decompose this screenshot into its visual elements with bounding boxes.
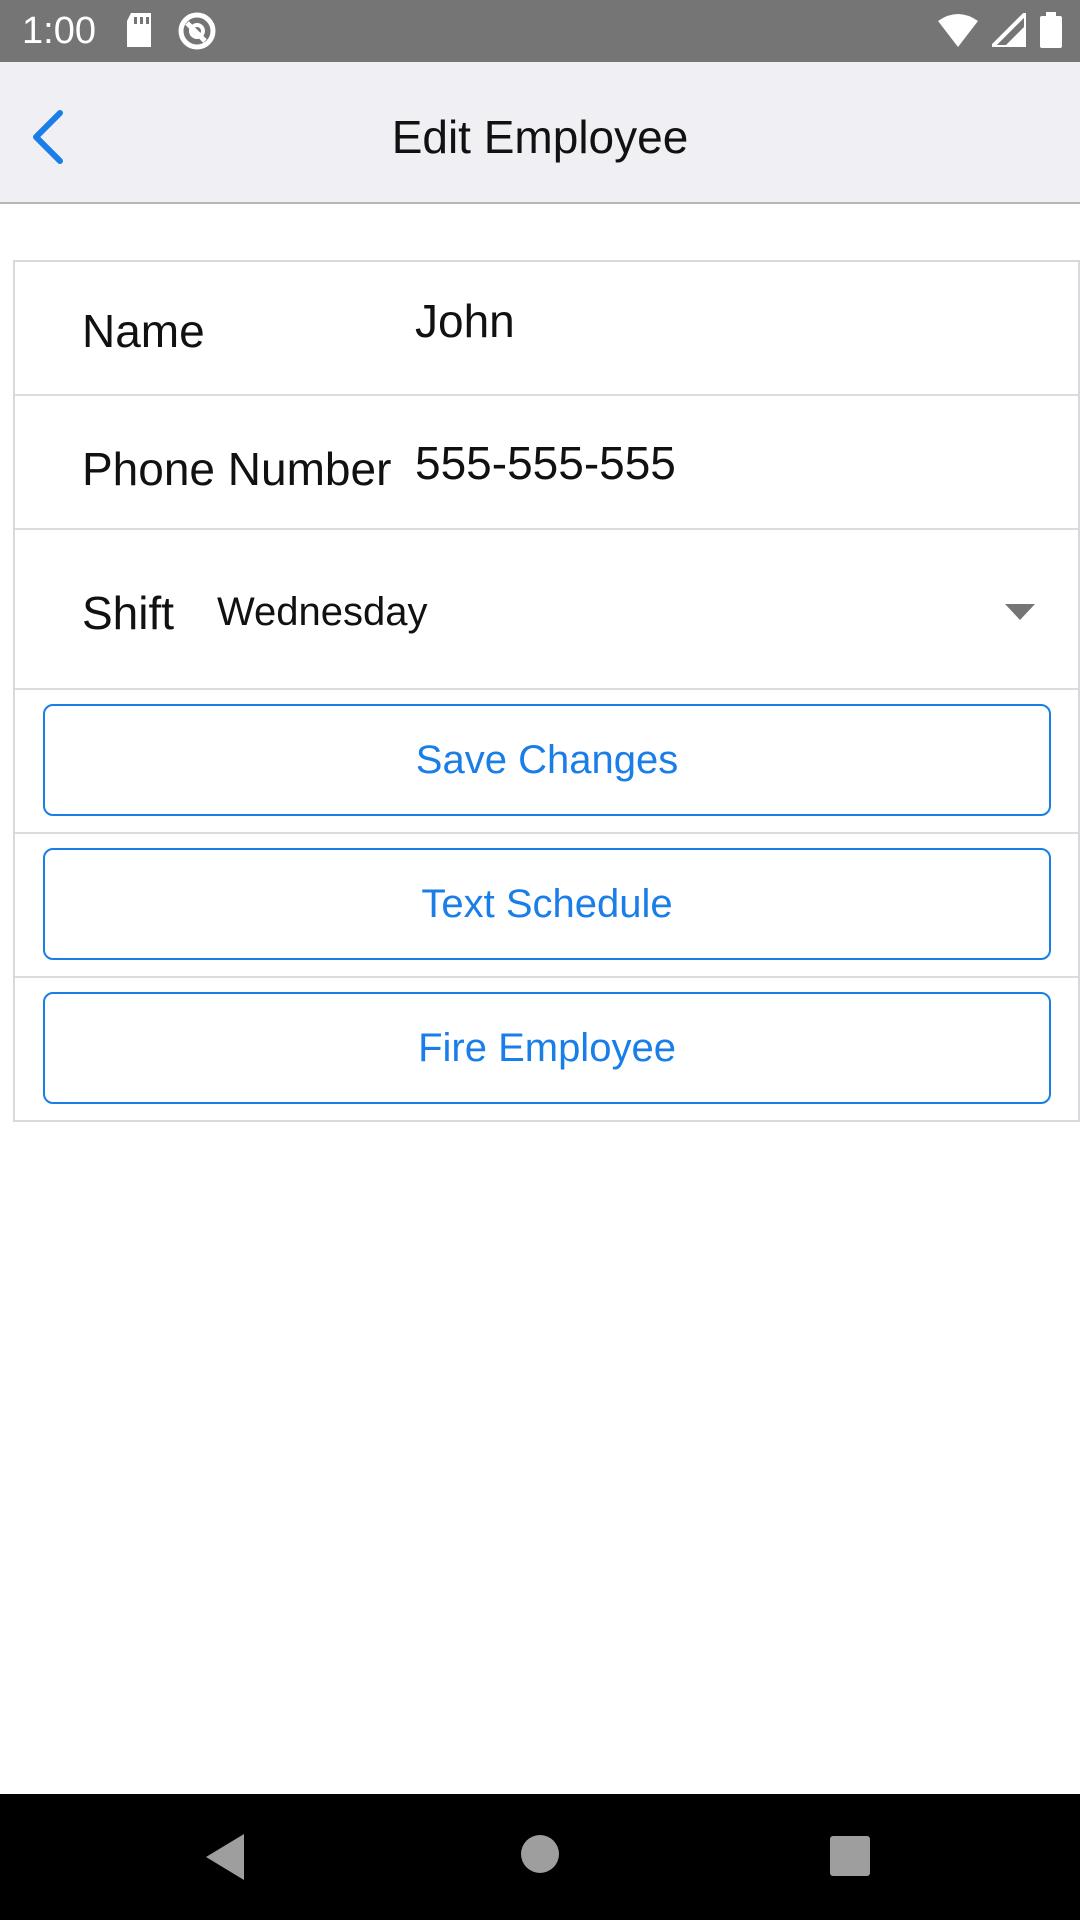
shift-value: Wednesday xyxy=(217,590,428,634)
name-label: Name xyxy=(82,305,205,357)
name-row: Name xyxy=(15,262,1078,396)
save-row: Save Changes xyxy=(15,690,1078,834)
system-back-button[interactable] xyxy=(206,1834,246,1885)
text-schedule-button[interactable]: Text Schedule xyxy=(43,848,1051,960)
fire-employee-row: Fire Employee xyxy=(15,978,1078,1122)
fire-employee-button[interactable]: Fire Employee xyxy=(43,992,1051,1104)
navigation-bar: Edit Employee xyxy=(0,62,1080,204)
sync-icon xyxy=(177,11,217,56)
system-navigation-bar xyxy=(0,1794,1080,1920)
employee-form: Name Phone Number Shift Wednesday Save C… xyxy=(13,260,1080,1122)
shift-row: Shift Wednesday xyxy=(15,530,1078,690)
square-recents-icon xyxy=(830,1836,870,1876)
text-schedule-row: Text Schedule xyxy=(15,834,1078,978)
system-home-button[interactable] xyxy=(520,1834,560,1879)
page-title: Edit Employee xyxy=(391,111,689,163)
system-recents-button[interactable] xyxy=(830,1836,870,1881)
cell-signal-icon xyxy=(987,8,1028,52)
shift-picker[interactable]: Wednesday xyxy=(215,570,1035,650)
status-bar: 1:00 xyxy=(0,0,1080,62)
status-time: 1:00 xyxy=(22,10,96,52)
save-changes-button[interactable]: Save Changes xyxy=(43,704,1051,816)
wifi-icon xyxy=(938,13,978,52)
circle-home-icon xyxy=(521,1835,559,1873)
triangle-back-icon xyxy=(206,1834,244,1880)
name-input[interactable] xyxy=(415,294,1035,348)
dropdown-arrow-icon xyxy=(1005,604,1035,620)
battery-icon xyxy=(1040,12,1062,53)
phone-input[interactable] xyxy=(415,436,1035,490)
sd-card-icon xyxy=(125,13,153,52)
phone-row: Phone Number xyxy=(15,396,1078,530)
phone-label: Phone Number xyxy=(82,443,392,495)
status-icons xyxy=(938,8,1062,53)
shift-label: Shift xyxy=(82,587,175,639)
